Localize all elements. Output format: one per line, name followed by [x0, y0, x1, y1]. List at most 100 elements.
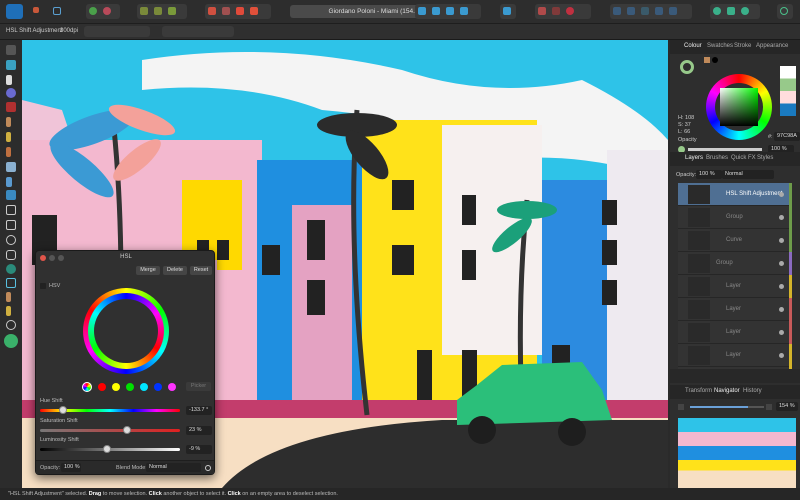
- blend-mode-select[interactable]: Normal: [146, 463, 201, 472]
- saturation-shift-input[interactable]: 23 %: [186, 426, 212, 435]
- zoom-value[interactable]: 154 %: [776, 402, 798, 411]
- transform-buttons[interactable]: [84, 26, 150, 37]
- color-swatch-icon[interactable]: [4, 334, 18, 348]
- hue-range-swatch[interactable]: [98, 383, 106, 391]
- align-buttons[interactable]: [162, 26, 234, 37]
- tab-navigator[interactable]: Navigator: [714, 388, 740, 394]
- visibility-toggle[interactable]: [779, 215, 784, 220]
- layer-row[interactable]: Group: [678, 206, 792, 229]
- visibility-toggle[interactable]: [779, 261, 784, 266]
- master-swatch[interactable]: [82, 382, 92, 392]
- visibility-toggle[interactable]: [779, 330, 784, 335]
- layer-row[interactable]: Layer: [678, 275, 792, 298]
- tab-stroke[interactable]: Stroke: [734, 43, 751, 49]
- geometry-buttons[interactable]: [710, 4, 760, 19]
- merge-button[interactable]: Merge: [136, 266, 160, 275]
- hue-range-swatch[interactable]: [112, 383, 120, 391]
- tab-styles[interactable]: Styles: [757, 155, 773, 161]
- visibility-toggle[interactable]: [779, 238, 784, 243]
- eyedropper-icon[interactable]: [704, 57, 710, 63]
- settings-buttons[interactable]: [86, 4, 120, 19]
- hue-range-swatch[interactable]: [126, 383, 134, 391]
- luminosity-shift-input[interactable]: -9 %: [186, 445, 212, 454]
- opacity-slider[interactable]: [688, 148, 762, 151]
- hue-range-swatch[interactable]: [168, 383, 176, 391]
- layer-row[interactable]: Layer: [678, 344, 792, 367]
- hue-range-swatch[interactable]: [154, 383, 162, 391]
- black-swatch[interactable]: [712, 57, 718, 63]
- hue-ring[interactable]: [83, 288, 169, 374]
- visibility-toggle[interactable]: [779, 353, 784, 358]
- shape-tool[interactable]: [6, 102, 16, 112]
- pen-tool[interactable]: [6, 117, 11, 127]
- node-tool[interactable]: [6, 75, 12, 85]
- rectangle-tool[interactable]: [6, 220, 16, 230]
- tab-appearance[interactable]: Appearance: [756, 43, 788, 49]
- visibility-toggle[interactable]: [779, 284, 784, 289]
- layer-row[interactable]: Curve: [678, 229, 792, 252]
- pencil-tool[interactable]: [6, 132, 11, 142]
- colour-wheel[interactable]: [706, 74, 772, 140]
- star-tool[interactable]: [6, 264, 16, 274]
- layer-row[interactable]: HSL Shift Adjustment: [678, 183, 792, 206]
- text-tool[interactable]: [6, 278, 16, 288]
- tab-quick-fx[interactable]: Quick FX: [731, 155, 756, 161]
- tab-history[interactable]: History: [743, 388, 762, 394]
- user-icon[interactable]: [777, 4, 793, 19]
- boolean-buttons[interactable]: [610, 4, 692, 19]
- hsv-checkbox[interactable]: [40, 283, 46, 289]
- visibility-toggle[interactable]: [779, 307, 784, 312]
- transparency-tool[interactable]: [6, 177, 12, 187]
- hue-shift-slider[interactable]: [40, 406, 180, 414]
- zoom-tool[interactable]: [6, 320, 16, 330]
- fill-tool[interactable]: [6, 162, 16, 172]
- tab-brushes[interactable]: Brushes: [706, 155, 728, 161]
- reset-button[interactable]: Reset: [190, 266, 212, 275]
- crop-tool[interactable]: [6, 205, 16, 215]
- hue-shift-input[interactable]: -133.7 °: [186, 406, 212, 415]
- delete-button[interactable]: Delete: [163, 266, 187, 275]
- corner-tool[interactable]: [6, 88, 16, 98]
- artboard-tool[interactable]: [6, 60, 16, 70]
- export-persona-icon[interactable]: [50, 4, 64, 19]
- layer-opacity-input[interactable]: 100 %: [696, 170, 722, 179]
- hue-range-swatch[interactable]: [140, 383, 148, 391]
- layer-blend-select[interactable]: Normal: [722, 170, 774, 179]
- flip-buttons[interactable]: [415, 4, 481, 19]
- measure-tool[interactable]: [6, 306, 11, 316]
- zoom-out-button[interactable]: [678, 404, 684, 410]
- recent-swatches[interactable]: [780, 66, 796, 116]
- move-tool[interactable]: [6, 45, 16, 55]
- layer-row[interactable]: Layer: [678, 298, 792, 321]
- selection-label: HSL Shift Adjustment: [6, 28, 63, 34]
- tab-layers[interactable]: Layers: [685, 155, 703, 161]
- picker-button[interactable]: Picker: [186, 382, 211, 391]
- arrange-buttons[interactable]: [205, 4, 271, 19]
- snapping-buttons[interactable]: [535, 4, 591, 19]
- align-button[interactable]: [500, 4, 516, 19]
- layers-footer-buttons[interactable]: [670, 369, 800, 383]
- zoom-slider[interactable]: [690, 406, 764, 408]
- pixel-persona-icon[interactable]: [30, 4, 44, 19]
- layer-row[interactable]: Group: [678, 252, 792, 275]
- place-image-tool[interactable]: [6, 190, 16, 200]
- layer-row[interactable]: Layer: [678, 321, 792, 344]
- hex-input[interactable]: 97C98A: [774, 132, 800, 141]
- opacity-input[interactable]: 100 %: [61, 463, 81, 472]
- color-picker-tool[interactable]: [6, 292, 11, 302]
- selection-buttons[interactable]: [137, 4, 187, 19]
- luminosity-shift-slider[interactable]: [40, 445, 180, 453]
- visibility-toggle[interactable]: [779, 192, 784, 197]
- navigator-preview[interactable]: [678, 418, 796, 488]
- brush-tool[interactable]: [6, 147, 11, 157]
- tab-transform[interactable]: Transform: [685, 388, 712, 394]
- colour-square[interactable]: [720, 88, 758, 126]
- ellipse-tool[interactable]: [6, 235, 16, 245]
- stroke-color-icon[interactable]: [680, 60, 694, 74]
- rounded-rectangle-tool[interactable]: [6, 250, 16, 260]
- gear-icon[interactable]: [205, 465, 211, 471]
- tab-colour[interactable]: Colour: [684, 43, 702, 49]
- tab-swatches[interactable]: Swatches: [707, 43, 733, 49]
- saturation-shift-slider[interactable]: [40, 426, 180, 434]
- zoom-in-button[interactable]: [766, 404, 772, 410]
